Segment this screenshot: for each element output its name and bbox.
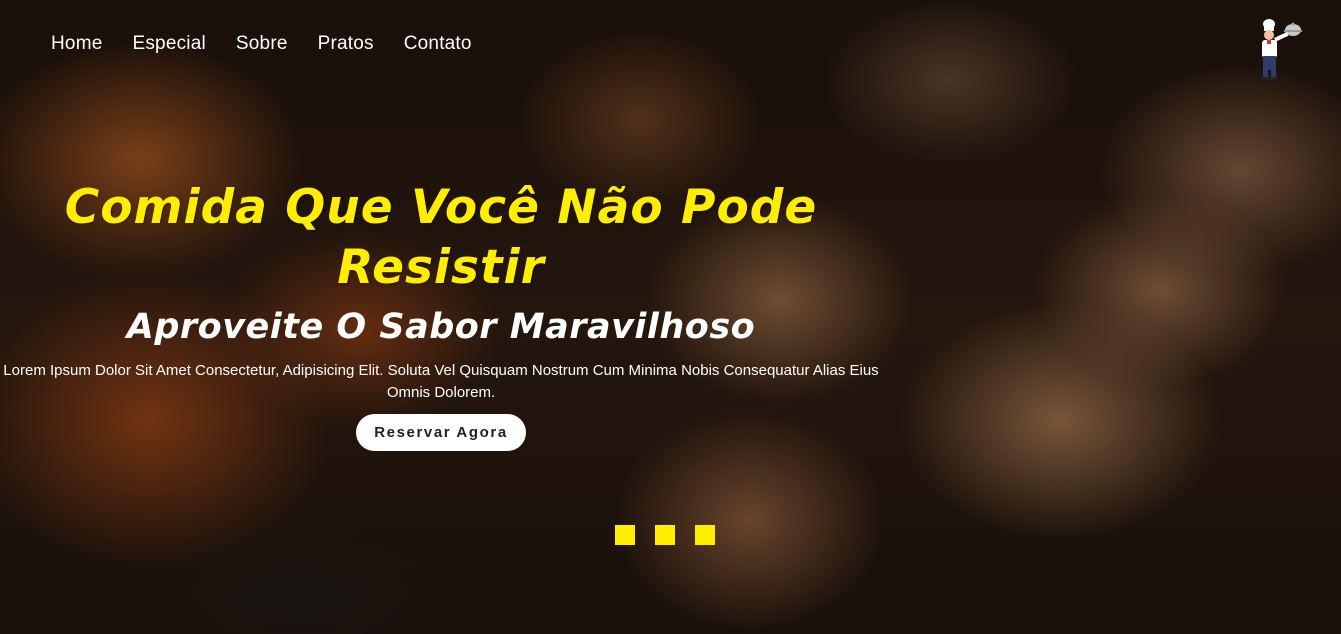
- hero-subtitle: Aproveite O Sabor Maravilhoso: [126, 307, 756, 347]
- nav-item-home[interactable]: Home: [51, 33, 102, 55]
- nav-item-sobre[interactable]: Sobre: [236, 33, 288, 55]
- slider-dot-3[interactable]: [695, 525, 715, 545]
- chef-icon[interactable]: [1255, 16, 1303, 82]
- slider-dot-2[interactable]: [655, 525, 675, 545]
- hero-title: Comida Que Você Não Pode Resistir: [64, 180, 818, 295]
- hero-section: Home Especial Sobre Pratos Contato Comid…: [0, 0, 1341, 634]
- nav-item-contato[interactable]: Contato: [404, 33, 472, 55]
- slider-dot-1[interactable]: [615, 525, 635, 545]
- slider-dots: [615, 525, 715, 545]
- nav-item-pratos[interactable]: Pratos: [318, 33, 374, 55]
- hero-content: Comida Que Você Não Pode Resistir Aprove…: [0, 178, 882, 451]
- reserve-now-button[interactable]: Reservar Agora: [356, 414, 526, 451]
- main-nav: Home Especial Sobre Pratos Contato: [51, 33, 472, 55]
- hero-description: Lorem Ipsum Dolor Sit Amet Consectetur, …: [3, 362, 879, 401]
- nav-item-especial[interactable]: Especial: [132, 33, 205, 55]
